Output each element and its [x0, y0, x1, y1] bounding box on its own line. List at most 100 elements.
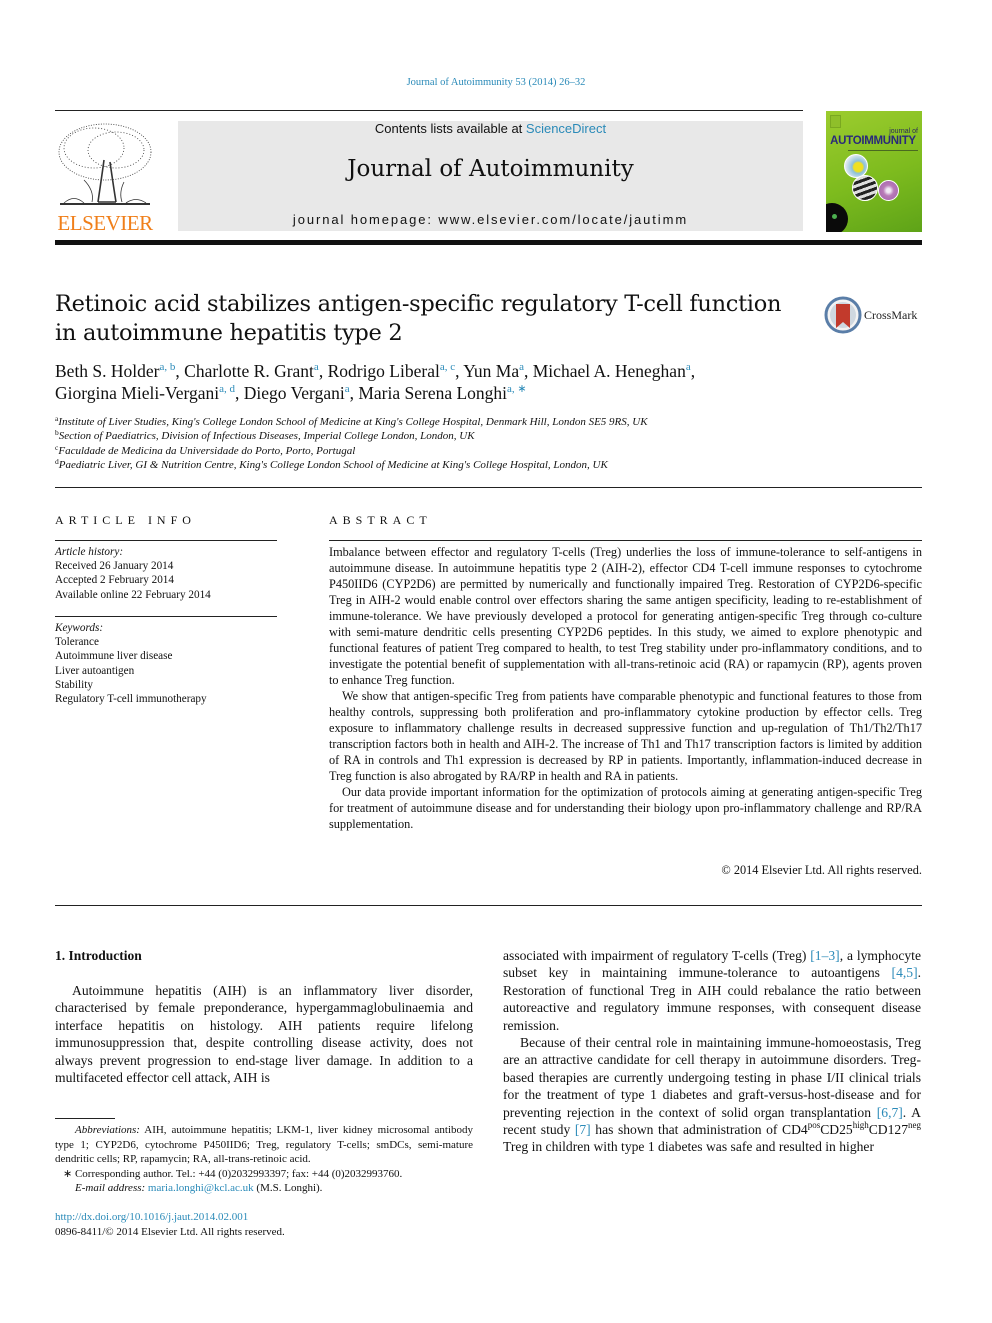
- cover-subtitle-bar: [848, 150, 918, 151]
- crossmark-label: CrossMark: [864, 308, 918, 322]
- abstract-body: Imbalance between effector and regulator…: [329, 544, 922, 832]
- author[interactable]: Maria Serena Longhi: [358, 383, 507, 403]
- affiliation-text: Section of Paediatrics, Division of Infe…: [58, 430, 475, 443]
- author[interactable]: Yun Ma: [463, 361, 519, 381]
- author-separator: ,: [690, 361, 696, 381]
- abstract-paragraph: We show that antigen-specific Treg from …: [329, 689, 922, 783]
- author[interactable]: Michael A. Heneghan: [533, 361, 686, 381]
- author-affiliation-ref[interactable]: a, c: [440, 361, 455, 373]
- keyword: Tolerance: [55, 636, 99, 649]
- section-divider: [55, 487, 922, 488]
- superscript: neg: [908, 1120, 921, 1131]
- footnotes: Abbreviations: AIH, autoimmune hepatitis…: [55, 1123, 473, 1196]
- body-paragraph: Autoimmune hepatitis (AIH) is an inflamm…: [55, 983, 473, 1086]
- body-column-right: associated with impairment of regulatory…: [503, 947, 921, 1156]
- email-footnote: E-mail address: maria.longhi@kcl.ac.uk (…: [55, 1181, 473, 1196]
- cover-circle-tissue: [878, 180, 899, 201]
- reference-link[interactable]: [7]: [575, 1122, 591, 1137]
- abstract-heading: ABSTRACT: [329, 513, 432, 527]
- author-list: Beth S. Holdera, b, Charlotte R. Grant a,…: [55, 360, 835, 404]
- history-online: Available online 22 February 2014: [55, 588, 211, 601]
- author-line-2: Giorgina Mieli-Vergania, d, Diego Vergan…: [55, 382, 835, 404]
- body-text: CD25: [820, 1122, 853, 1138]
- article-title: Retinoic acid stabilizes antigen-specifi…: [55, 290, 795, 348]
- doi-link[interactable]: http://dx.doi.org/10.1016/j.jaut.2014.02…: [55, 1210, 285, 1225]
- author[interactable]: Rodrigo Liberal: [328, 361, 440, 381]
- body-paragraph: associated with impairment of regulatory…: [503, 947, 921, 1034]
- journal-cover-image[interactable]: journal of AUTOIMMUNITY: [826, 111, 922, 232]
- history-accepted: Accepted 2 February 2014: [55, 574, 174, 587]
- author-separator: ,: [455, 361, 464, 381]
- abstract-bottom-rule: [55, 905, 922, 906]
- doi-block: http://dx.doi.org/10.1016/j.jaut.2014.02…: [55, 1210, 285, 1240]
- author-affiliation-ref[interactable]: a, d: [219, 383, 235, 395]
- cover-circle-dark: [826, 203, 848, 232]
- author[interactable]: Giorgina Mieli-Vergani: [55, 383, 219, 403]
- superscript: high: [852, 1120, 869, 1131]
- homepage-prefix: journal homepage:: [292, 212, 439, 227]
- introduction-heading: 1. Introduction: [55, 948, 142, 963]
- title-line-2: in autoimmune hepatitis type 2: [55, 320, 403, 346]
- header-thick-rule: [55, 240, 922, 245]
- contents-line: Contents lists available at ScienceDirec…: [178, 121, 803, 136]
- author-affiliation-ref[interactable]: a, b: [160, 361, 176, 373]
- author[interactable]: Charlotte R. Grant: [184, 361, 314, 381]
- body-text: Because of their central role in maintai…: [503, 1035, 921, 1120]
- author-separator: ,: [175, 361, 185, 381]
- body-text: Treg in children with type 1 diabetes wa…: [503, 1139, 874, 1155]
- affiliation-text: Paediatric Liver, GI & Nutrition Centre,…: [58, 458, 608, 471]
- reference-link[interactable]: [1–3]: [810, 948, 839, 963]
- author-affiliation-ref[interactable]: a, ∗: [507, 383, 527, 395]
- body-text: associated with impairment of regulatory…: [503, 948, 811, 963]
- footnote-rule: [55, 1118, 115, 1119]
- crossmark-icon: [824, 296, 862, 334]
- history-received: Received 26 January 2014: [55, 560, 174, 573]
- elsevier-mini-logo: [830, 115, 841, 128]
- author[interactable]: Beth S. Holder: [55, 361, 160, 381]
- body-column-left: Autoimmune hepatitis (AIH) is an inflamm…: [55, 982, 473, 1086]
- sciencedirect-link[interactable]: ScienceDirect: [526, 121, 606, 136]
- history-label: Article history:: [55, 546, 124, 558]
- keyword: Liver autoantigen: [55, 664, 135, 677]
- tree-icon: [58, 123, 152, 205]
- affiliations: aInstitute of Liver Studies, King's Coll…: [55, 415, 855, 472]
- homepage-url-link[interactable]: www.elsevier.com/locate/jautimm: [438, 212, 688, 227]
- abstract-paragraph: Our data provide important information f…: [329, 785, 922, 831]
- article-history: Article history: Received 26 January 201…: [55, 545, 277, 602]
- keyword: Stability: [55, 678, 93, 691]
- affiliation-text: Faculdade de Medicina da Universidade do…: [58, 444, 356, 457]
- abbreviations-footnote: Abbreviations: AIH, autoimmune hepatitis…: [55, 1123, 473, 1167]
- affiliation: bSection of Paediatrics, Division of Inf…: [55, 429, 855, 443]
- body-text: CD127: [868, 1122, 908, 1138]
- author-separator: ,: [318, 361, 328, 381]
- reference-link[interactable]: [4,5]: [892, 965, 918, 980]
- email-link[interactable]: maria.longhi@kcl.ac.uk: [148, 1182, 254, 1194]
- contents-prefix: Contents lists available at: [374, 121, 526, 136]
- reference-link[interactable]: [6,7]: [877, 1105, 903, 1120]
- cover-green-dot: [832, 214, 837, 219]
- author-line-1: Beth S. Holdera, b, Charlotte R. Grant a,…: [55, 360, 835, 382]
- abbreviations-label: Abbreviations:: [75, 1124, 140, 1136]
- crossmark-badge[interactable]: CrossMark: [824, 296, 924, 336]
- author-separator: ,: [524, 361, 533, 381]
- issn-copyright: 0896-8411/© 2014 Elsevier Ltd. All right…: [55, 1226, 285, 1238]
- affiliation: aInstitute of Liver Studies, King's Coll…: [55, 415, 855, 429]
- cover-big-title: AUTOIMMUNITY: [830, 135, 916, 147]
- affiliation: cFaculdade de Medicina da Universidade d…: [55, 443, 855, 458]
- keywords: Keywords: Tolerance Autoimmune liver dis…: [55, 621, 277, 706]
- journal-citation-link[interactable]: Journal of Autoimmunity 53 (2014) 26–32: [0, 77, 992, 88]
- author-separator: ,: [235, 383, 244, 403]
- author[interactable]: Diego Vergani: [244, 383, 345, 403]
- elsevier-wordmark: ELSEVIER: [57, 211, 153, 235]
- keywords-label: Keywords:: [55, 622, 104, 634]
- title-line-1: Retinoic acid stabilizes antigen-specifi…: [55, 291, 782, 317]
- email-label: E-mail address:: [75, 1182, 146, 1194]
- journal-title: Journal of Autoimmunity: [347, 156, 634, 182]
- keyword: Autoimmune liver disease: [55, 650, 173, 663]
- email-suffix: (M.S. Longhi).: [253, 1182, 323, 1194]
- cover-circle-stripes: [852, 175, 878, 201]
- keyword: Regulatory T-cell immunotherapy: [55, 693, 207, 706]
- cover-small-title: journal of: [889, 128, 918, 135]
- superscript: pos: [807, 1120, 821, 1131]
- journal-homepage: journal homepage: www.elsevier.com/locat…: [178, 212, 803, 227]
